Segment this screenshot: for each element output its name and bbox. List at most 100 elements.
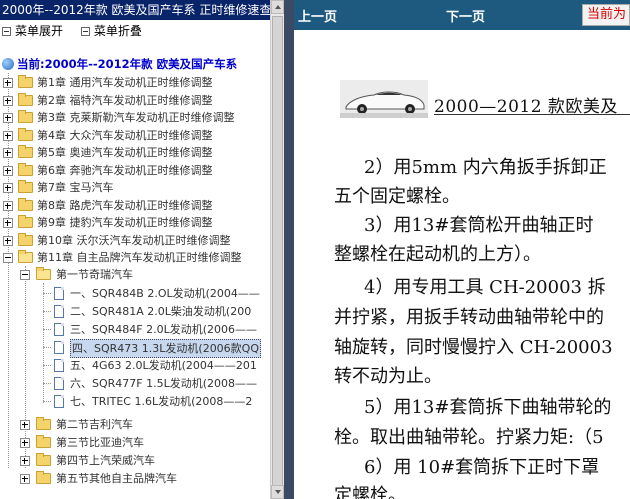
folder-icon [18,232,33,246]
document-label: 六、SQR477F 1.5L发动机(2008—— [70,377,258,390]
document-label: 七、TRITEC 1.6L发动机(2008——2 [70,395,253,408]
tree-chapter[interactable]: 第9章 捷豹汽车发动机正时维修调整 [0,214,213,231]
tree-section-expanded[interactable]: 第一节奇瑞汽车 [0,266,133,283]
tree-chapter[interactable]: 第6章 奔驰汽车发动机正时维修调整 [0,162,213,179]
chapter-label: 第7章 宝马汽车 [37,181,114,194]
open-folder-icon [36,267,51,280]
folder-icon [18,92,33,106]
document-line: 2）用5mm 内六角扳手拆卸正 [364,157,607,178]
tree-chapter[interactable]: 第1章 通用汽车发动机正时维修调整 [0,74,213,91]
document-icon [54,323,64,336]
document-label: 一、SQR484B 2.OL发动机(2004—— [70,287,260,300]
heading-underline [434,114,630,115]
tree-scrollbar[interactable] [270,0,284,499]
tree-document[interactable]: 六、SQR477F 1.5L发动机(2008—— [0,375,257,392]
folder-icon [18,215,33,228]
chapter-label: 第10章 沃尔沃汽车发动机正时维修调整 [37,233,231,247]
chapter-label: 第11章 自主品牌汽车发动机正时维修调整 [37,251,242,264]
open-folder-icon [18,250,33,263]
tree-section[interactable]: 第四节上汽荣威汽车 [0,452,155,469]
collapse-minus-icon [20,270,30,280]
expand-plus-icon [20,474,30,484]
expand-plus-icon [3,130,13,141]
document-label: 四、SQR473 1.3L发动机(2006款QQ [70,339,261,358]
document-label: 三、SQR484F 2.0L发动机(2006—— [70,323,258,336]
section-label: 第二节吉利汽车 [56,418,133,431]
document-icon [54,341,64,354]
folder-icon [36,435,51,448]
sports-car-icon [340,80,428,118]
folder-icon [18,145,33,158]
chapter-label: 第4章 大众汽车发动机正时维修调整 [37,128,213,142]
page-navigation-bar: 上一页 下一页 当前为 [294,0,630,30]
current-page-indicator: 当前为 [582,4,630,26]
tree-section[interactable]: 第二节吉利汽车 [0,416,133,433]
tree-document[interactable]: 七、TRITEC 1.6L发动机(2008——2 [0,393,252,410]
document-line: 并拧紧，用扳手转动曲轴带轮中的 [334,307,604,328]
chapter-label: 第5章 奥迪汽车发动机正时维修调整 [37,146,213,159]
chapter-label: 第3章 克莱斯勒汽车发动机正时维修调整 [37,111,235,124]
document-line: 6）用 10#套筒拆下正时下罩 [364,457,600,478]
tree-document[interactable]: 五、4G63 2.0L发动机(2004——201 [0,357,257,374]
document-icon [54,377,64,390]
section-label: 第五节其他自主品牌汽车 [56,472,177,485]
expand-plus-icon [20,456,30,466]
tree-line [43,401,51,402]
tree-chapter[interactable]: 第8章 路虎汽车发动机正时维修调整 [0,197,213,214]
tree-document[interactable]: 二、SQR481A 2.0L柴油发动机(200 [0,303,251,320]
tree-chapter[interactable]: 第5章 奥迪汽车发动机正时维修调整 [0,144,213,161]
document-icon [54,305,64,318]
tree-chapter-expanded[interactable]: 第11章 自主品牌汽车发动机正时维修调整 [0,249,242,266]
tree-chapter[interactable]: 第7章 宝马汽车 [0,179,114,196]
expand-plus-icon [3,218,13,228]
tree-document-selected[interactable]: 四、SQR473 1.3L发动机(2006款QQ [0,339,261,358]
section-label: 第四节上汽荣威汽车 [56,454,155,467]
previous-page-button[interactable]: 上一页 [298,6,337,25]
document-line: 栓。取出曲轴带轮。拧紧力矩:（5 [334,427,604,448]
document-label: 五、4G63 2.0L发动机(2004——201 [70,359,257,372]
collapse-menu-button[interactable]: 菜单折叠 [80,22,142,40]
document-pane: 上一页 下一页 当前为 2000—2012 款欧美及 2）用5mm 内六角扳手拆… [294,0,630,499]
expand-menu-button[interactable]: 菜单展开 [2,22,63,40]
expand-plus-icon [3,183,13,193]
next-page-button[interactable]: 下一页 [446,6,485,25]
folder-icon [36,453,51,466]
tree-line [43,365,51,366]
tree-line [43,311,51,312]
collapse-square-icon [2,26,11,36]
chapter-label: 第6章 奔驰汽车发动机正时维修调整 [37,163,213,177]
tree-pane: 2000年--2012年款 欧美及国产车系 正时维修速查 菜单展开 菜单折叠 当… [0,0,270,499]
scroll-thumb[interactable] [272,16,283,488]
expand-plus-icon [3,78,13,88]
chapter-label: 第9章 捷豹汽车发动机正时维修调整 [37,216,213,229]
document-line: 五个固定螺栓。 [334,186,460,207]
folder-icon [18,162,33,176]
collapse-menu-label: 菜单折叠 [93,24,142,38]
collapse-square-icon [80,26,90,36]
expand-plus-icon [3,235,13,246]
document-label: 二、SQR481A 2.0L柴油发动机(200 [70,305,252,318]
tree-chapter[interactable]: 第3章 克莱斯勒汽车发动机正时维修调整 [0,109,235,126]
expand-plus-icon [3,95,13,106]
tree-chapter[interactable]: 第2章 福特汽车发动机正时维修调整 [0,92,213,109]
scroll-down-arrow-icon[interactable] [271,485,284,499]
expand-plus-icon [20,438,30,448]
tree-document[interactable]: 三、SQR484F 2.0L发动机(2006—— [0,321,257,338]
expand-plus-icon [3,200,13,211]
expand-plus-icon [3,165,13,176]
tree-section[interactable]: 第五节其他自主品牌汽车 [0,470,177,487]
pane-splitter[interactable] [284,0,294,499]
document-icon [54,287,64,300]
folder-icon [18,197,33,211]
tree-section[interactable]: 第三节比亚迪汽车 [0,434,144,451]
folder-icon [18,75,33,88]
folder-icon [36,417,51,430]
tree-chapter[interactable]: 第4章 大众汽车发动机正时维修调整 [0,127,213,144]
tree-document[interactable]: 一、SQR484B 2.OL发动机(2004—— [0,285,260,302]
chapter-tree: 当前:2000年--2012年款 欧美及国产车系 第1章 通用汽车发动机正时维修… [0,54,262,499]
tree-root[interactable]: 当前:2000年--2012年款 欧美及国产车系 [0,56,237,73]
scroll-up-arrow-icon[interactable] [271,0,284,14]
chapter-label: 第2章 福特汽车发动机正时维修调整 [37,93,213,107]
tree-chapter[interactable]: 第10章 沃尔沃汽车发动机正时维修调整 [0,232,231,249]
section-label: 第三节比亚迪汽车 [56,436,144,449]
